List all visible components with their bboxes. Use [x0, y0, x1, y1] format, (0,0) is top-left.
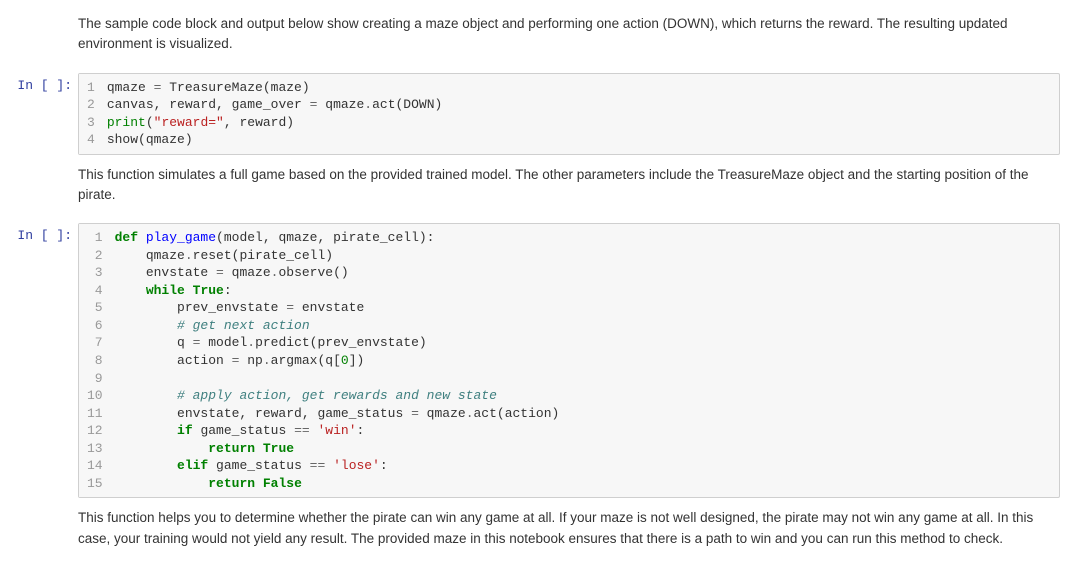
prompt-empty [0, 163, 78, 216]
markdown-cell: This function simulates a full game base… [0, 159, 1080, 220]
code-cell: In [ ]: 1 2 3 4 5 6 7 8 9 10 11 12 13 14… [0, 219, 1080, 502]
line-gutter: 1 2 3 4 5 6 7 8 9 10 11 12 13 14 15 [79, 224, 111, 497]
prompt-empty [0, 12, 78, 65]
line-number: 11 [87, 405, 103, 423]
code-line: canvas, reward, game_over = qmaze.act(DO… [107, 96, 1051, 114]
code-line: prev_envstate = envstate [115, 299, 1051, 317]
line-number: 8 [87, 352, 103, 370]
cell-content: The sample code block and output below s… [78, 12, 1080, 65]
input-prompt[interactable]: In [ ]: [0, 223, 78, 498]
line-number: 5 [87, 299, 103, 317]
code-body[interactable]: qmaze = TreasureMaze(maze)canvas, reward… [103, 74, 1059, 154]
code-line: print("reward=", reward) [107, 114, 1051, 132]
code-line: # apply action, get rewards and new stat… [115, 387, 1051, 405]
markdown-text: The sample code block and output below s… [78, 12, 1060, 65]
line-number: 9 [87, 370, 103, 388]
input-prompt[interactable]: In [ ]: [0, 73, 78, 155]
line-number: 4 [87, 282, 103, 300]
code-line: def play_game(model, qmaze, pirate_cell)… [115, 229, 1051, 247]
code-line: envstate = qmaze.observe() [115, 264, 1051, 282]
code-cell: In [ ]: 1 2 3 4 qmaze = TreasureMaze(maz… [0, 69, 1080, 159]
code-line: if game_status == 'win': [115, 422, 1051, 440]
cell-content: This function simulates a full game base… [78, 163, 1080, 216]
line-number: 6 [87, 317, 103, 335]
code-line: qmaze.reset(pirate_cell) [115, 247, 1051, 265]
markdown-text: This function simulates a full game base… [78, 163, 1060, 216]
code-line: while True: [115, 282, 1051, 300]
line-number: 1 [87, 79, 95, 97]
prompt-empty [0, 506, 78, 559]
code-line: action = np.argmax(q[0]) [115, 352, 1051, 370]
line-number: 3 [87, 114, 95, 132]
line-number: 10 [87, 387, 103, 405]
code-line: envstate, reward, game_status = qmaze.ac… [115, 405, 1051, 423]
line-number: 2 [87, 247, 103, 265]
line-number: 2 [87, 96, 95, 114]
line-number: 1 [87, 229, 103, 247]
code-line: return False [115, 475, 1051, 493]
cell-content: 1 2 3 4 qmaze = TreasureMaze(maze)canvas… [78, 73, 1080, 155]
line-number: 13 [87, 440, 103, 458]
line-number: 14 [87, 457, 103, 475]
code-line: show(qmaze) [107, 131, 1051, 149]
markdown-text: This function helps you to determine whe… [78, 506, 1060, 559]
code-editor[interactable]: 1 2 3 4 5 6 7 8 9 10 11 12 13 14 15 def … [78, 223, 1060, 498]
cell-content: This function helps you to determine whe… [78, 506, 1080, 559]
code-line: # get next action [115, 317, 1051, 335]
cell-content: 1 2 3 4 5 6 7 8 9 10 11 12 13 14 15 def … [78, 223, 1080, 498]
line-number: 7 [87, 334, 103, 352]
line-number: 12 [87, 422, 103, 440]
code-line: q = model.predict(prev_envstate) [115, 334, 1051, 352]
code-line: return True [115, 440, 1051, 458]
code-editor[interactable]: 1 2 3 4 qmaze = TreasureMaze(maze)canvas… [78, 73, 1060, 155]
line-number: 4 [87, 131, 95, 149]
line-number: 3 [87, 264, 103, 282]
markdown-cell: The sample code block and output below s… [0, 8, 1080, 69]
line-gutter: 1 2 3 4 [79, 74, 103, 154]
markdown-cell: This function helps you to determine whe… [0, 502, 1080, 563]
code-line [115, 370, 1051, 388]
code-line: elif game_status == 'lose': [115, 457, 1051, 475]
code-body[interactable]: def play_game(model, qmaze, pirate_cell)… [111, 224, 1059, 497]
code-line: qmaze = TreasureMaze(maze) [107, 79, 1051, 97]
line-number: 15 [87, 475, 103, 493]
